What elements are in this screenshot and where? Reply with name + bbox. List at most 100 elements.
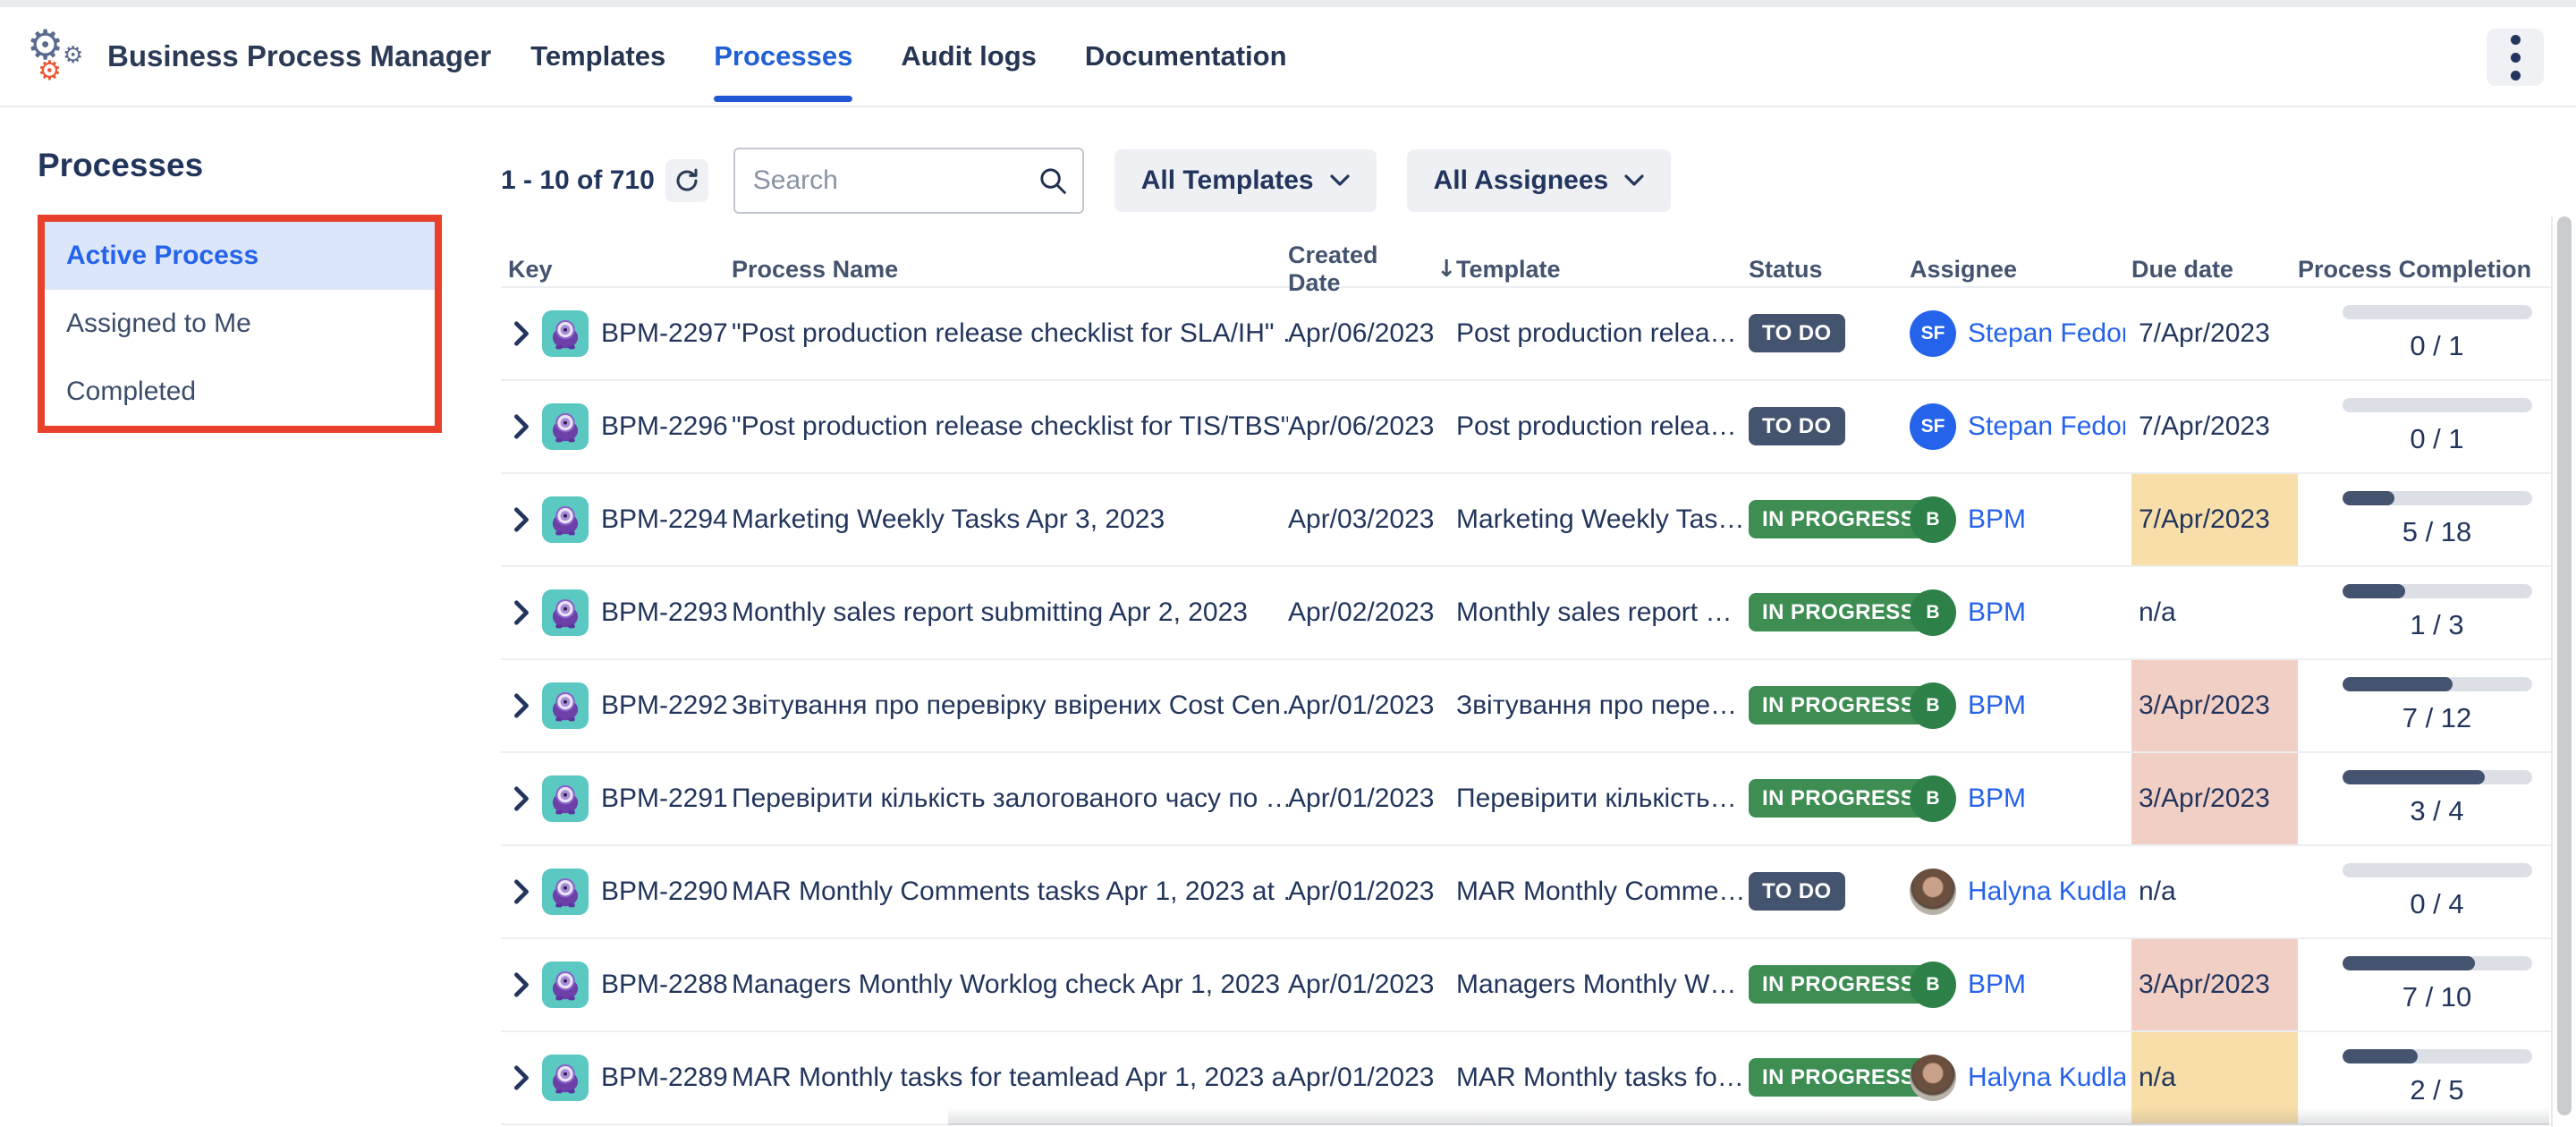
expand-row-button[interactable]	[501, 879, 542, 904]
created-date-value: Apr/03/2023	[1288, 504, 1456, 535]
column-header-created-date[interactable]: Created Date ↓	[1288, 242, 1456, 297]
chevron-right-icon	[513, 414, 530, 439]
template-name: Monthly sales report …	[1456, 597, 1749, 628]
column-header-template[interactable]: Template	[1456, 256, 1749, 284]
process-key: BPM-2288	[601, 970, 728, 1000]
table-row[interactable]: BPM-2290 MAR Monthly Comments tasks Apr …	[501, 846, 2576, 939]
scrollbar-thumb[interactable]	[2557, 216, 2572, 1115]
progress-bar	[2343, 677, 2532, 691]
assignee-link[interactable]: BPM	[1968, 504, 2026, 535]
chevron-right-icon	[513, 507, 530, 532]
status-badge: IN PROGRESS	[1749, 686, 1928, 724]
sidebar-item-completed[interactable]: Completed	[45, 358, 435, 426]
search-box	[733, 148, 1084, 214]
table-row[interactable]: BPM-2291 Перевірити кількість залоговано…	[501, 753, 2576, 846]
progress-text: 1 / 3	[2298, 609, 2576, 641]
status-badge: IN PROGRESS	[1749, 1058, 1928, 1097]
process-key: BPM-2292	[601, 691, 728, 721]
avatar	[1910, 1055, 1956, 1101]
sort-desc-icon: ↓	[1436, 256, 1456, 283]
due-date-cell: n/a	[2131, 1032, 2298, 1123]
chevron-right-icon	[513, 600, 530, 625]
due-date-value: n/a	[2139, 1063, 2176, 1093]
expand-row-button[interactable]	[501, 414, 542, 439]
nav-templates[interactable]: Templates	[530, 7, 665, 106]
table-row[interactable]: BPM-2293 Monthly sales report submitting…	[501, 567, 2576, 660]
nav-documentation[interactable]: Documentation	[1085, 7, 1287, 106]
process-name: Перевірити кількість залогованого часу п…	[732, 784, 1288, 814]
column-header-assignee[interactable]: Assignee	[1910, 256, 2131, 284]
column-header-process-completion[interactable]: Process Completion	[2298, 256, 2576, 284]
process-key: BPM-2290	[601, 877, 728, 907]
progress-text: 7 / 10	[2298, 981, 2576, 1013]
table-row[interactable]: BPM-2294 Marketing Weekly Tasks Apr 3, 2…	[501, 474, 2576, 567]
process-monster-icon	[542, 682, 589, 729]
template-name: Post production relea…	[1456, 411, 1749, 442]
column-header-due-date[interactable]: Due date	[2131, 256, 2298, 284]
search-input[interactable]	[733, 148, 1084, 214]
assignee-link[interactable]: Halyna Kudlak	[1968, 877, 2125, 907]
refresh-icon	[674, 167, 700, 194]
status-badge: TO DO	[1749, 407, 1845, 445]
status-badge: TO DO	[1749, 872, 1845, 911]
table-row[interactable]: BPM-2292 Звітування про перевірку ввірен…	[501, 660, 2576, 753]
process-name: "Post production release checklist for S…	[732, 318, 1288, 349]
assignee-link[interactable]: Stepan Fedori	[1968, 318, 2125, 349]
table-row[interactable]: BPM-2288 Managers Monthly Worklog check …	[501, 939, 2576, 1032]
status-badge: IN PROGRESS	[1749, 965, 1928, 1004]
column-header-process-name[interactable]: Process Name	[732, 256, 1288, 284]
expand-row-button[interactable]	[501, 507, 542, 532]
due-date-cell: 7/Apr/2023	[2131, 474, 2298, 565]
kebab-menu-button[interactable]	[2487, 29, 2544, 86]
expand-row-button[interactable]	[501, 972, 542, 997]
status-badge: IN PROGRESS	[1749, 500, 1928, 538]
assignee-link[interactable]: BPM	[1968, 784, 2026, 814]
progress-text: 7 / 12	[2298, 702, 2576, 734]
table-row[interactable]: BPM-2297 "Post production release checkl…	[501, 288, 2576, 381]
assignee-link[interactable]: BPM	[1968, 970, 2026, 1000]
red-annotation-box: Active Process Assigned to Me Completed	[38, 215, 442, 433]
assignee-link[interactable]: BPM	[1968, 597, 2026, 628]
column-header-key[interactable]: Key	[501, 256, 732, 284]
toolbar: 1 - 10 of 710 All Templates	[501, 147, 2576, 215]
assignee-cell: B BPM	[1910, 660, 2131, 751]
expand-row-button[interactable]	[501, 321, 542, 346]
nav-audit-logs[interactable]: Audit logs	[901, 7, 1037, 106]
process-monster-icon	[542, 1055, 589, 1101]
expand-row-button[interactable]	[501, 786, 542, 811]
assignee-cell: SF Stepan Fedori	[1910, 288, 2131, 379]
due-date-cell: n/a	[2131, 567, 2298, 658]
progress-bar	[2343, 398, 2532, 412]
assignee-link[interactable]: Stepan Fedori	[1968, 411, 2125, 442]
templates-filter-dropdown[interactable]: All Templates	[1114, 149, 1377, 212]
chevron-right-icon	[513, 879, 530, 904]
completion-cell: 0 / 4	[2298, 846, 2576, 937]
column-header-status[interactable]: Status	[1749, 256, 1910, 284]
sidebar-item-assigned-to-me[interactable]: Assigned to Me	[45, 290, 435, 358]
table-row[interactable]: BPM-2296 "Post production release checkl…	[501, 381, 2576, 474]
table-row[interactable]: BPM-2289 MAR Monthly tasks for teamlead …	[501, 1032, 2576, 1125]
chevron-down-icon	[1624, 174, 1644, 187]
expand-row-button[interactable]	[501, 1065, 542, 1090]
refresh-button[interactable]	[665, 159, 708, 202]
avatar: SF	[1910, 310, 1956, 357]
assignees-filter-dropdown[interactable]: All Assignees	[1407, 149, 1672, 212]
due-date-value: 3/Apr/2023	[2139, 784, 2270, 814]
assignee-link[interactable]: Halyna Kudlak	[1968, 1063, 2125, 1093]
chevron-right-icon	[513, 1065, 530, 1090]
nav-processes[interactable]: Processes	[714, 7, 852, 106]
sidebar-item-active-process[interactable]: Active Process	[45, 222, 435, 290]
process-key: BPM-2296	[601, 411, 728, 442]
assignee-link[interactable]: BPM	[1968, 691, 2026, 721]
status-badge: IN PROGRESS	[1749, 779, 1928, 818]
completion-cell: 1 / 3	[2298, 567, 2576, 658]
created-date-value: Apr/01/2023	[1288, 691, 1456, 721]
sidebar-title: Processes	[38, 147, 447, 184]
due-date-value: 7/Apr/2023	[2139, 411, 2270, 442]
expand-row-button[interactable]	[501, 693, 542, 718]
templates-filter-label: All Templates	[1141, 165, 1314, 196]
progress-text: 3 / 4	[2298, 795, 2576, 827]
chevron-right-icon	[513, 321, 530, 346]
expand-row-button[interactable]	[501, 600, 542, 625]
created-date-label: Created Date	[1288, 242, 1429, 297]
